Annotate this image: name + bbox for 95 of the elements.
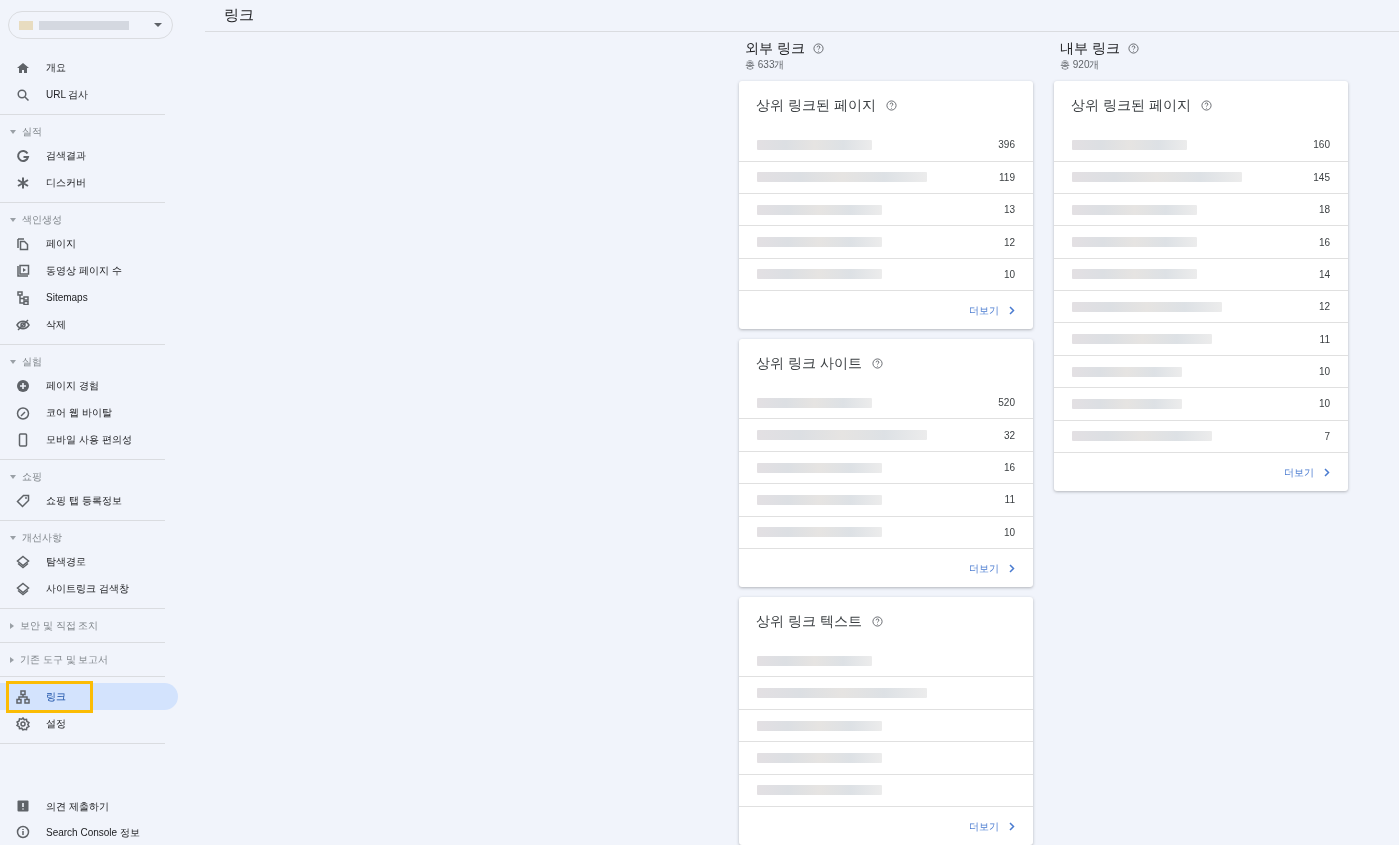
- nav-item[interactable]: 의견 제출하기: [0, 793, 185, 819]
- link-count: 520: [998, 396, 1015, 411]
- nav-item[interactable]: 페이지: [0, 230, 178, 257]
- nav-item[interactable]: URL 검사: [0, 81, 178, 108]
- more-link[interactable]: 더보기: [969, 302, 1015, 318]
- more-link[interactable]: 더보기: [969, 560, 1015, 576]
- gauge-icon: [16, 405, 30, 420]
- section-title: 내부 링크: [1060, 39, 1120, 59]
- layers-icon: [16, 554, 30, 569]
- collapse-icon: [10, 622, 14, 629]
- search-icon: [16, 87, 30, 102]
- chevron-right-icon: [1009, 563, 1015, 573]
- link-count: 10: [1003, 525, 1015, 540]
- more-link[interactable]: 더보기: [1284, 464, 1330, 480]
- nav-item[interactable]: 동영상 페이지 수: [0, 257, 178, 284]
- eye-off-icon: [16, 317, 30, 332]
- link-count: 14: [1318, 267, 1330, 282]
- feedback-icon: [16, 799, 30, 813]
- nav-item[interactable]: 페이지 경험: [0, 372, 178, 399]
- link-count: 396: [998, 138, 1015, 153]
- page-title: 링크: [224, 5, 254, 26]
- section-title: 외부 링크: [745, 39, 805, 59]
- nav-item[interactable]: 삭제: [0, 311, 178, 338]
- nav-item[interactable]: 쇼핑 탭 등록정보: [0, 487, 178, 514]
- link-count: 13: [1003, 203, 1015, 218]
- plus-circle-icon: [16, 378, 30, 393]
- network-icon: [16, 689, 30, 704]
- link-count: 119: [999, 170, 1015, 185]
- nav-item[interactable]: 탐색경로: [0, 548, 178, 575]
- phone-icon: [16, 432, 30, 447]
- home-icon: [16, 60, 30, 75]
- section-header[interactable]: 개선사항: [0, 527, 165, 548]
- total-count: 총 920개: [1059, 59, 1101, 72]
- link-count: 18: [1318, 203, 1330, 218]
- pages-icon: [16, 236, 30, 251]
- link-count: 7: [1324, 429, 1330, 444]
- section-header[interactable]: 실험: [0, 351, 165, 372]
- link-count: 16: [1318, 235, 1330, 250]
- asterisk-icon: [16, 175, 30, 190]
- expand-icon: [10, 129, 16, 134]
- help-icon[interactable]: [1200, 100, 1212, 112]
- nav-item[interactable]: 모바일 사용 편의성: [0, 426, 178, 453]
- expand-icon: [10, 359, 16, 364]
- chevron-right-icon: [1324, 467, 1330, 477]
- collapse-icon: [10, 656, 14, 663]
- nav-item[interactable]: 사이트링크 검색창: [0, 575, 178, 602]
- more-link[interactable]: 더보기: [969, 818, 1015, 834]
- blurred-logo: [19, 20, 33, 30]
- link-count: 145: [1313, 170, 1330, 185]
- expand-icon: [10, 217, 16, 222]
- help-icon[interactable]: [885, 100, 897, 112]
- expand-icon: [10, 535, 16, 540]
- card-title: 상위 링크된 페이지: [756, 96, 876, 116]
- card-title: 상위 링크 사이트: [756, 354, 862, 374]
- help-icon[interactable]: [812, 43, 824, 55]
- nav-item[interactable]: 검색결과: [0, 142, 178, 169]
- nav-item[interactable]: 코어 웹 바이탈: [0, 399, 178, 426]
- link-count: 32: [1003, 428, 1015, 443]
- section-header[interactable]: 기존 도구 및 보고서: [0, 649, 165, 670]
- section-header[interactable]: 쇼핑: [0, 466, 165, 487]
- info-icon: [16, 825, 30, 839]
- video-page-icon: [16, 263, 30, 278]
- arc-icon: [16, 148, 30, 163]
- card-title: 상위 링크 텍스트: [756, 612, 862, 632]
- sitemap-icon: [16, 290, 30, 305]
- help-icon[interactable]: [1127, 43, 1139, 55]
- tag-icon: [16, 493, 30, 508]
- nav-item[interactable]: 디스커버: [0, 169, 178, 196]
- nav-item[interactable]: 링크: [0, 683, 178, 710]
- link-count: 12: [1318, 300, 1330, 315]
- link-count: 11: [1004, 493, 1015, 508]
- total-count: 총 633개: [744, 59, 786, 72]
- nav-item[interactable]: Sitemaps: [0, 284, 178, 311]
- link-count: 11: [1319, 332, 1330, 347]
- link-count: 160: [1313, 138, 1330, 153]
- gear-icon: [16, 716, 30, 731]
- link-count: 12: [1003, 235, 1015, 250]
- link-count: 10: [1318, 397, 1330, 412]
- section-header[interactable]: 실적: [0, 121, 165, 142]
- layers-icon: [16, 581, 30, 596]
- link-count: 10: [1003, 267, 1015, 282]
- nav-item[interactable]: 개요: [0, 54, 178, 81]
- section-header[interactable]: 색인생성: [0, 209, 165, 230]
- expand-icon: [10, 474, 16, 479]
- card-title: 상위 링크된 페이지: [1071, 96, 1191, 116]
- caret-icon: [154, 23, 162, 27]
- chevron-right-icon: [1009, 821, 1015, 831]
- help-icon[interactable]: [871, 616, 883, 628]
- help-icon[interactable]: [871, 358, 883, 370]
- nav-item[interactable]: Search Console 정보: [0, 819, 185, 845]
- link-count: 10: [1318, 365, 1330, 380]
- link-count: 16: [1003, 461, 1015, 476]
- section-header[interactable]: 보안 및 직접 조치: [0, 615, 165, 636]
- nav-item[interactable]: 설정: [0, 710, 178, 737]
- chevron-right-icon: [1009, 305, 1015, 315]
